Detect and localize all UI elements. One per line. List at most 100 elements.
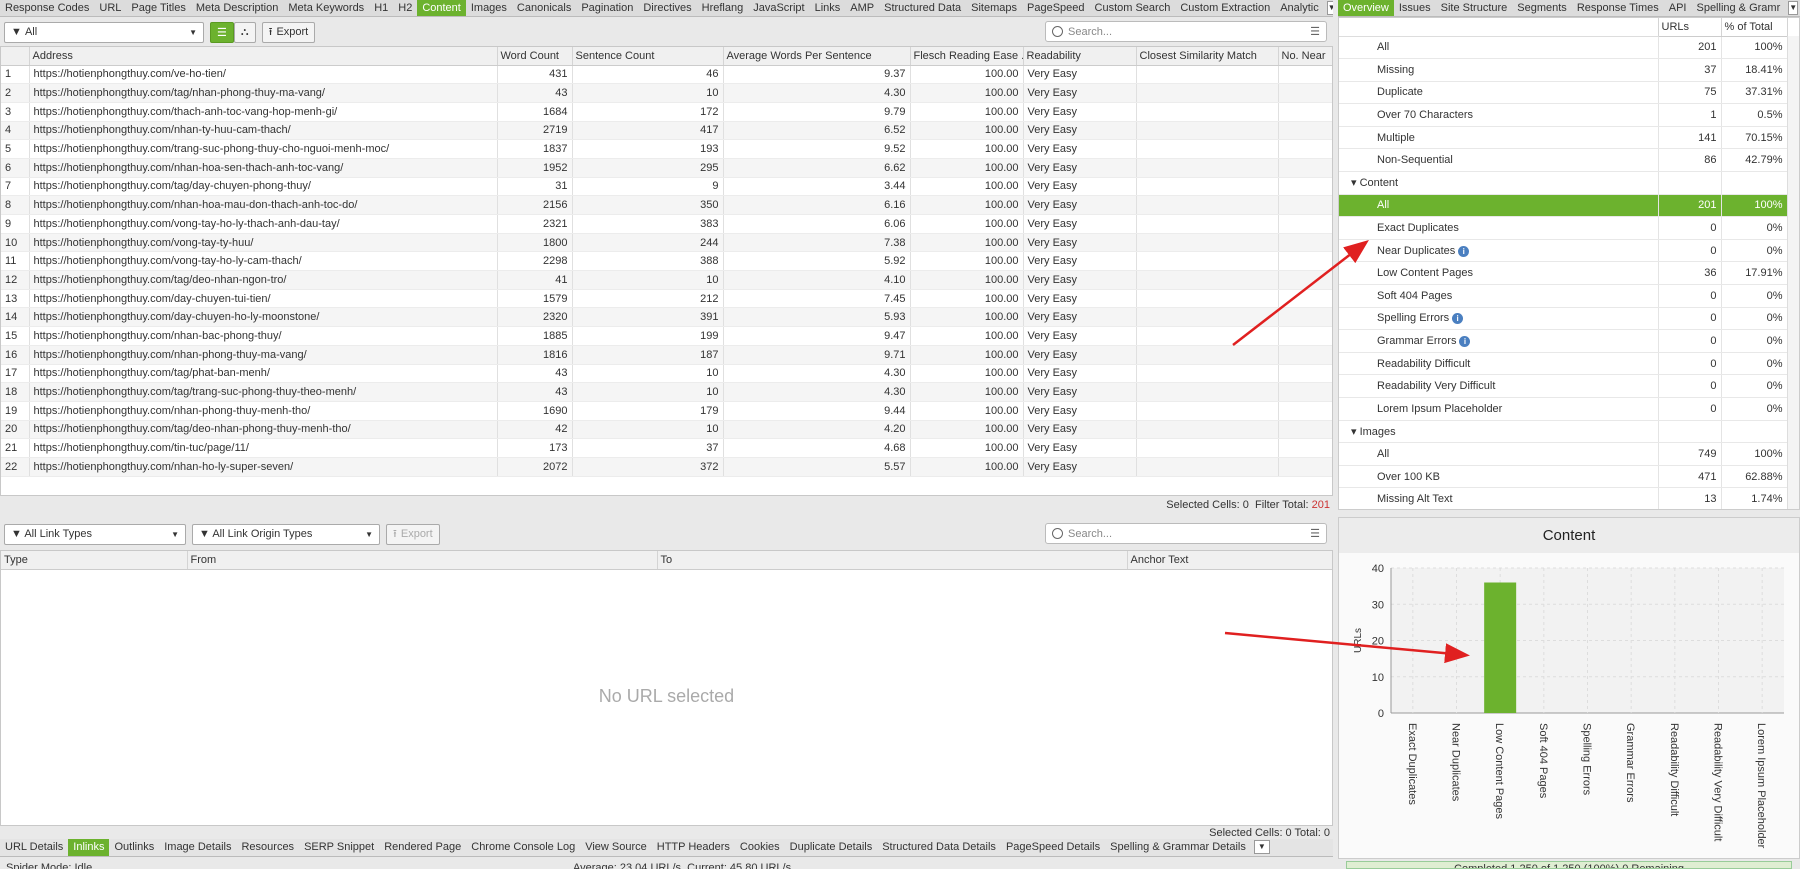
- column-header[interactable]: Address: [29, 47, 498, 66]
- right-tab-response-times[interactable]: Response Times: [1572, 0, 1664, 16]
- tab-custom-search[interactable]: Custom Search: [1090, 0, 1176, 16]
- table-row[interactable]: 10 https://hotienphongthuy.com/vong-tay-t…: [1, 233, 1332, 253]
- bottom-tab-http-headers[interactable]: HTTP Headers: [652, 839, 735, 856]
- bottom-tab-duplicate-details[interactable]: Duplicate Details: [785, 839, 878, 856]
- table-row[interactable]: 17 https://hotienphongthuy.com/tag/phat-b…: [1, 364, 1332, 384]
- filter-settings-icon[interactable]: ☰: [1310, 527, 1320, 540]
- lower-column-header[interactable]: To: [657, 551, 1128, 570]
- overview-row[interactable]: Exact Duplicates 0 0%: [1339, 216, 1788, 240]
- tab-structured-data[interactable]: Structured Data: [879, 0, 966, 16]
- tab-hreflang[interactable]: Hreflang: [697, 0, 749, 16]
- info-icon[interactable]: i: [1458, 245, 1470, 257]
- right-tab-site-structure[interactable]: Site Structure: [1436, 0, 1513, 16]
- link-types-select[interactable]: ▼ All Link Types ▼: [4, 523, 186, 545]
- overview-row[interactable]: All 201 100%: [1339, 194, 1788, 218]
- right-tab-spelling-gramr[interactable]: Spelling & Gramr: [1691, 0, 1785, 16]
- table-row[interactable]: 3 https://hotienphongthuy.com/thach-anh-t…: [1, 102, 1332, 122]
- overview-row[interactable]: Over 70 Characters 1 0.5%: [1339, 103, 1788, 127]
- tab-amp[interactable]: AMP: [845, 0, 879, 16]
- bottom-tab-spelling-grammar-details[interactable]: Spelling & Grammar Details: [1105, 839, 1251, 856]
- bottom-tab-structured-data-details[interactable]: Structured Data Details: [877, 839, 1001, 856]
- column-header[interactable]: Closest Similarity Match: [1136, 47, 1279, 66]
- tab-sitemaps[interactable]: Sitemaps: [966, 0, 1022, 16]
- bottom-tab-outlinks[interactable]: Outlinks: [109, 839, 159, 856]
- filter-settings-icon[interactable]: ☰: [1310, 25, 1320, 38]
- bottom-tab-resources[interactable]: Resources: [236, 839, 299, 856]
- tab-custom-extraction[interactable]: Custom Extraction: [1175, 0, 1275, 16]
- table-row[interactable]: 12 https://hotienphongthuy.com/tag/deo-nh…: [1, 270, 1332, 290]
- overview-row[interactable]: Over 100 KB 471 62.88%: [1339, 465, 1788, 489]
- filter-select[interactable]: ▼ All ▼: [4, 21, 204, 43]
- column-header[interactable]: Sentence Count: [572, 47, 724, 66]
- more-tabs-button[interactable]: ▼: [1326, 1, 1333, 15]
- tab-h2[interactable]: H2: [393, 0, 417, 16]
- overview-row[interactable]: Grammar Errors i 0 0%: [1339, 329, 1788, 353]
- table-row[interactable]: 5 https://hotienphongthuy.com/trang-suc-p…: [1, 139, 1332, 159]
- column-header[interactable]: No. Near: [1278, 47, 1332, 66]
- info-icon[interactable]: i: [1452, 313, 1464, 325]
- overview-row[interactable]: Low Content Pages 36 17.91%: [1339, 261, 1788, 286]
- tab-images[interactable]: Images: [466, 0, 512, 16]
- section-header[interactable]: ▾ Images: [1339, 420, 1788, 444]
- bottom-tab-cookies[interactable]: Cookies: [735, 839, 785, 856]
- tab-url[interactable]: URL: [94, 0, 126, 16]
- info-icon[interactable]: i: [1459, 336, 1471, 348]
- overview-row[interactable]: Lorem Ipsum Placeholder 0 0%: [1339, 397, 1788, 421]
- column-header[interactable]: Average Words Per Sentence: [723, 47, 911, 66]
- table-row[interactable]: 11 https://hotienphongthuy.com/vong-tay-h…: [1, 251, 1332, 272]
- overview-row[interactable]: Missing 37 18.41%: [1339, 58, 1788, 82]
- overview-row[interactable]: Duplicate 75 37.31%: [1339, 81, 1788, 105]
- overview-row[interactable]: Near Duplicates i 0 0%: [1339, 239, 1788, 263]
- overview-row[interactable]: Soft 404 Pages 0 0%: [1339, 284, 1788, 308]
- table-row[interactable]: 2 https://hotienphongthuy.com/tag/nhan-ph…: [1, 83, 1332, 103]
- bottom-tab-inlinks[interactable]: Inlinks: [68, 839, 110, 856]
- column-header[interactable]: Word Count: [497, 47, 573, 66]
- tab-analytic[interactable]: Analytic: [1275, 0, 1324, 16]
- lower-export-button[interactable]: ⭱ Export: [386, 523, 440, 545]
- more-tabs-button[interactable]: ▼: [1253, 840, 1270, 854]
- table-row[interactable]: 18 https://hotienphongthuy.com/tag/trang-…: [1, 382, 1332, 402]
- column-header[interactable]: Flesch Reading Ease ...: [910, 47, 1024, 66]
- bottom-tab-chrome-console-log[interactable]: Chrome Console Log: [466, 839, 580, 856]
- lower-column-header[interactable]: Type: [1, 551, 188, 570]
- table-row[interactable]: 22 https://hotienphongthuy.com/nhan-ho-ly…: [1, 457, 1332, 477]
- table-row[interactable]: 8 https://hotienphongthuy.com/nhan-hoa-ma…: [1, 195, 1332, 215]
- column-header[interactable]: Readability: [1023, 47, 1137, 66]
- right-tab-api[interactable]: API: [1664, 0, 1692, 16]
- tab-response-codes[interactable]: Response Codes: [0, 0, 94, 16]
- table-row[interactable]: 19 https://hotienphongthuy.com/nhan-phong…: [1, 401, 1332, 421]
- tab-pagination[interactable]: Pagination: [576, 0, 638, 16]
- table-row[interactable]: 4 https://hotienphongthuy.com/nhan-ty-huu…: [1, 121, 1332, 141]
- tab-meta-keywords[interactable]: Meta Keywords: [283, 0, 369, 16]
- table-row[interactable]: 14 https://hotienphongthuy.com/day-chuyen…: [1, 307, 1332, 328]
- overview-row[interactable]: All 749 100%: [1339, 442, 1788, 466]
- table-row[interactable]: 7 https://hotienphongthuy.com/tag/day-chu…: [1, 177, 1332, 197]
- tab-page-titles[interactable]: Page Titles: [126, 0, 190, 16]
- list-view-button[interactable]: ☰: [210, 21, 234, 43]
- tab-canonicals[interactable]: Canonicals: [512, 0, 576, 16]
- tab-h1[interactable]: H1: [369, 0, 393, 16]
- bottom-tab-rendered-page[interactable]: Rendered Page: [379, 839, 466, 856]
- overview-row[interactable]: Multiple 141 70.15%: [1339, 126, 1788, 150]
- table-row[interactable]: 21 https://hotienphongthuy.com/tin-tuc/pa…: [1, 438, 1332, 458]
- more-tabs-button[interactable]: ▼: [1788, 1, 1799, 15]
- overview-row[interactable]: Missing Alt Text 13 1.74%: [1339, 487, 1788, 509]
- overview-row[interactable]: Spelling Errors i 0 0%: [1339, 307, 1788, 331]
- overview-row[interactable]: Non-Sequential 86 42.79%: [1339, 148, 1788, 173]
- table-row[interactable]: 13 https://hotienphongthuy.com/day-chuyen…: [1, 289, 1332, 309]
- tab-javascript[interactable]: JavaScript: [748, 0, 809, 16]
- bottom-tab-url-details[interactable]: URL Details: [0, 839, 68, 856]
- lower-column-header[interactable]: Anchor Text: [1127, 551, 1332, 570]
- table-row[interactable]: 9 https://hotienphongthuy.com/vong-tay-ho…: [1, 214, 1332, 234]
- bottom-tab-serp-snippet[interactable]: SERP Snippet: [299, 839, 379, 856]
- overview-row[interactable]: All 201 100%: [1339, 36, 1788, 60]
- table-row[interactable]: 16 https://hotienphongthuy.com/nhan-phong…: [1, 345, 1332, 365]
- bottom-tab-image-details[interactable]: Image Details: [159, 839, 236, 856]
- lower-column-header[interactable]: From: [187, 551, 658, 570]
- overview-row[interactable]: Readability Difficult 0 0%: [1339, 352, 1788, 376]
- search-input[interactable]: Search... ☰: [1045, 21, 1327, 42]
- tree-view-button[interactable]: ⛬: [233, 21, 256, 43]
- right-tab-issues[interactable]: Issues: [1394, 0, 1436, 16]
- overview-row[interactable]: Readability Very Difficult 0 0%: [1339, 374, 1788, 398]
- tab-directives[interactable]: Directives: [638, 0, 696, 16]
